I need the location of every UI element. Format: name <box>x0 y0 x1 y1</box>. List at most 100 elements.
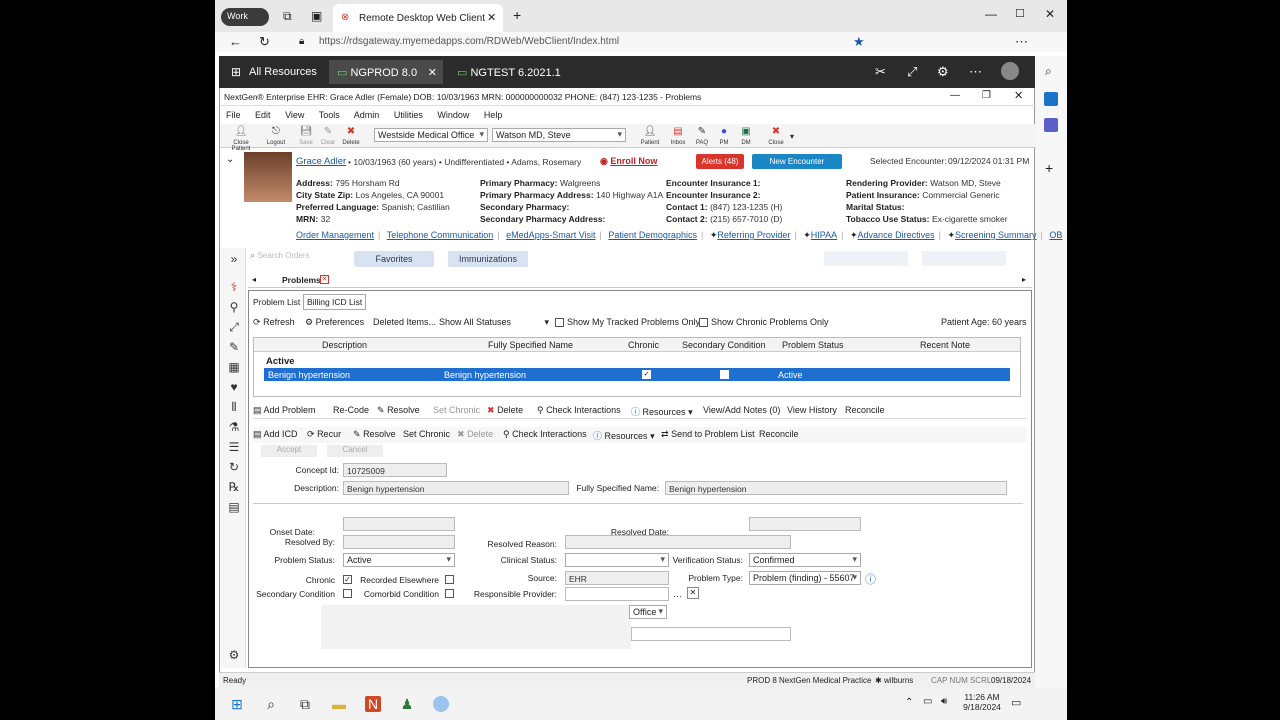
settings-icon[interactable]: ⚙ <box>226 648 242 662</box>
menu-view[interactable]: View <box>285 110 304 120</box>
document-icon[interactable]: ▤ <box>226 500 242 514</box>
more-icon[interactable]: ⋯ <box>969 64 982 80</box>
close-problems-tab-icon[interactable]: ✕ <box>320 275 329 284</box>
link-ob[interactable]: OB <box>1049 230 1062 240</box>
all-resources-link[interactable]: All Resources <box>249 66 317 78</box>
alerts-button[interactable]: Alerts (48) <box>696 154 744 169</box>
resolved-reason-field[interactable] <box>565 535 791 549</box>
notifications-icon[interactable]: ▭ <box>1011 696 1021 709</box>
new-encounter-button[interactable]: New Encounter <box>752 154 842 169</box>
flask-icon[interactable]: ⚗ <box>226 420 242 434</box>
row-chronic-checkbox[interactable]: ✓ <box>642 370 651 379</box>
resolved-date-field[interactable] <box>749 517 861 531</box>
resolved-by-field[interactable] <box>343 535 455 549</box>
scroll-right-icon[interactable]: ▸ <box>1022 275 1026 284</box>
minimize-icon[interactable]: — <box>985 7 997 21</box>
resources-button[interactable]: ⓘ Resources ▾ <box>631 405 693 418</box>
restore-icon[interactable]: ❐ <box>982 90 991 101</box>
calendar-icon[interactable]: ▦ <box>226 360 242 374</box>
group-active[interactable]: Active <box>266 356 295 367</box>
workspaces-icon[interactable]: ⧉ <box>283 9 292 24</box>
provider-select[interactable]: Watson MD, Steve <box>492 128 626 142</box>
add-problem-button[interactable]: ▤ Add Problem <box>253 405 316 416</box>
browser-icon[interactable] <box>433 696 449 712</box>
office-select[interactable]: Office <box>629 605 667 619</box>
cancel-button[interactable]: Cancel <box>327 445 383 457</box>
info-icon[interactable]: ⓘ <box>865 571 876 587</box>
enroll-now-link[interactable]: ◉ Enroll Now <box>600 156 657 167</box>
back-icon[interactable]: ← <box>229 34 242 49</box>
clock[interactable]: 11:26 AM 9/18/2024 <box>957 692 1007 712</box>
delete-problem-button[interactable]: ✖ Delete <box>487 405 523 416</box>
subtab-problem-list[interactable]: Problem List <box>253 297 300 307</box>
deleted-items-button[interactable]: Deleted Items... <box>373 317 436 327</box>
rd-tab-ngtest[interactable]: ▭ NGTEST 6.2021.1 <box>449 60 569 84</box>
send-to-problem-list-button[interactable]: ⇄ Send to Problem List <box>661 429 755 440</box>
favorites-button[interactable]: Favorites <box>354 251 434 267</box>
teams-icon[interactable] <box>1044 118 1058 132</box>
col-status[interactable]: Problem Status <box>782 340 844 350</box>
favorite-star-icon[interactable]: ★ <box>853 34 865 50</box>
logout-button[interactable]: ⎋ Logout <box>264 126 288 146</box>
close-tab-icon[interactable]: ✕ <box>487 11 496 24</box>
refresh-icon[interactable]: ↻ <box>259 34 270 50</box>
patient-name-link[interactable]: Grace Adler <box>296 156 346 167</box>
check-interactions-icd-button[interactable]: ⚲ Check Interactions <box>503 429 587 440</box>
lookup-ellipsis-button[interactable]: … <box>673 589 682 599</box>
start-icon[interactable]: ⊞ <box>229 696 245 712</box>
reconcile-icd-button[interactable]: Reconcile <box>759 429 799 439</box>
minimize-icon[interactable]: — <box>950 90 960 101</box>
dm-button[interactable]: ▣ DM <box>736 126 756 146</box>
subtab-billing-icd-list[interactable]: Billing ICD List <box>303 294 367 310</box>
menu-tools[interactable]: Tools <box>319 110 340 120</box>
preferences-button[interactable]: ⚙ Preferences <box>305 317 364 328</box>
recur-button[interactable]: ⟳ Recur <box>307 429 341 440</box>
url-field[interactable]: https://rdsgateway.myemedapps.com/RDWeb/… <box>319 36 619 47</box>
link-referring-provider[interactable]: Referring Provider <box>717 230 790 240</box>
close-rd-tab-icon[interactable]: ✕ <box>428 66 437 79</box>
col-chronic[interactable]: Chronic <box>628 340 659 350</box>
description-field[interactable]: Benign hypertension <box>343 481 569 495</box>
view-add-notes-button[interactable]: View/Add Notes (0) <box>703 405 780 415</box>
link-hipaa[interactable]: HIPAA <box>811 230 837 240</box>
delete-icd-button[interactable]: ✖ Delete <box>457 429 493 440</box>
rx-icon[interactable]: ℞ <box>226 480 242 494</box>
set-chronic-icd-button[interactable]: Set Chronic <box>403 429 450 439</box>
table-row[interactable]: Benign hypertension Benign hypertension … <box>264 368 1010 381</box>
view-history-button[interactable]: View History <box>787 405 837 415</box>
user-avatar-icon[interactable] <box>1001 62 1019 80</box>
fsn-field[interactable]: Benign hypertension <box>665 481 1007 495</box>
task-view-icon[interactable]: ⧉ <box>297 696 313 712</box>
profile-button[interactable]: Work <box>221 8 269 26</box>
add-icd-button[interactable]: ▤ Add ICD <box>253 429 298 440</box>
search-icon[interactable]: ⌕ <box>263 696 279 712</box>
col-fsn[interactable]: Fully Specified Name <box>488 340 573 350</box>
refresh-button[interactable]: ⟳ Refresh <box>253 317 295 328</box>
check-interactions-button[interactable]: ⚲ Check Interactions <box>537 405 621 416</box>
col-recent-note[interactable]: Recent Note <box>920 340 970 350</box>
save-button[interactable]: 💾︎ Save <box>296 126 316 146</box>
immunizations-button[interactable]: Immunizations <box>448 251 528 267</box>
collapse-chevron-icon[interactable]: ⌄ <box>226 154 234 165</box>
link-smart-visit[interactable]: eMedApps-Smart Visit <box>506 230 595 240</box>
file-explorer-icon[interactable]: ▬ <box>331 696 347 712</box>
problem-status-select[interactable]: Active <box>343 553 455 567</box>
problem-type-select[interactable]: Problem (finding) - 55607 <box>749 571 861 585</box>
reconcile-button[interactable]: Reconcile <box>845 405 885 415</box>
notes-field[interactable] <box>631 627 791 641</box>
link-screening-summary[interactable]: Screening Summary <box>955 230 1037 240</box>
stethoscope-icon[interactable]: ⚲ <box>226 300 242 314</box>
recorded-elsewhere-checkbox[interactable] <box>445 575 454 584</box>
syringe-icon[interactable]: ⤢ <box>226 320 242 334</box>
fullscreen-icon[interactable]: ⤢ <box>907 64 917 80</box>
rd-tab-ngprod[interactable]: ▭ NGPROD 8.0 ✕ <box>329 60 443 84</box>
grid-icon[interactable]: ⊞ <box>231 65 241 79</box>
resolve-button[interactable]: ✎ Resolve <box>377 405 420 416</box>
concept-id-field[interactable]: 10725009 <box>343 463 447 477</box>
new-tab-icon[interactable]: + <box>513 7 521 23</box>
network-icon[interactable]: ▭ <box>923 696 932 707</box>
search-icon[interactable]: ⌕ <box>1045 64 1052 79</box>
col-secondary[interactable]: Secondary Condition <box>682 340 766 350</box>
expand-chevrons-icon[interactable]: » <box>226 252 242 266</box>
resources-icd-button[interactable]: ⓘ Resources ▾ <box>593 429 655 442</box>
